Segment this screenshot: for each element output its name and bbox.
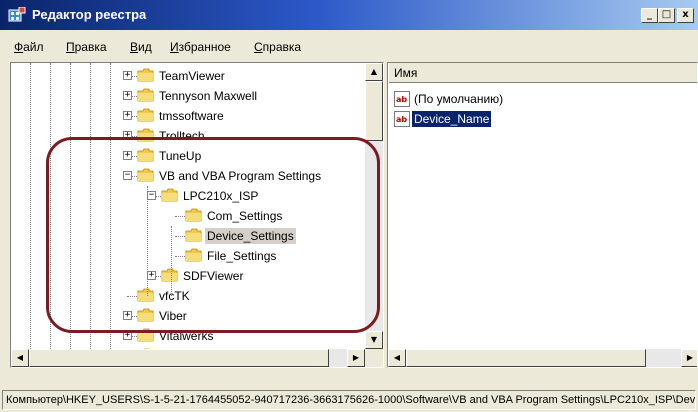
menu-view[interactable]: Вид [130,39,152,55]
menu-bar: Файл Правка Вид Избранное Справка [0,36,698,58]
folder-icon [137,108,154,122]
folder-icon [137,148,154,162]
tree-item-viber[interactable]: + Viber [11,306,365,326]
expand-toggle[interactable]: + [123,91,132,100]
scroll-corner [365,349,383,367]
tree-item-label: Tennyson Maxwell [159,89,258,103]
folder-icon [161,268,178,282]
expand-toggle[interactable]: + [123,111,132,120]
list-horizontal-scroll-thumb[interactable] [406,349,646,367]
status-path: Компьютер\HKEY_USERS\S-1-5-21-1764455052… [6,394,696,406]
tree-item-label: VB and VBA Program Settings [159,169,322,183]
window-title: Редактор реестра [32,7,147,22]
tree-item-label: TuneUp [159,149,202,163]
tree-item-vb-and-vba-program-settings[interactable]: − VB and VBA Program Settings [11,166,365,186]
maximize-button[interactable]: □ [658,8,675,23]
tree-item-label: Vitalwerks [159,329,214,343]
collapse-toggle[interactable]: − [123,171,132,180]
collapse-toggle[interactable]: − [147,191,156,200]
string-value-icon: ab [394,111,410,127]
tree-item-lpc210x-isp[interactable]: − LPC210x_ISP [11,186,365,206]
folder-icon [185,248,202,262]
expand-toggle[interactable]: + [147,271,156,280]
tree-item-trolltech[interactable]: + Trolltech [11,126,365,146]
folder-icon [185,208,202,222]
folder-icon [137,88,154,102]
tree-item-label: vfcTK [159,289,190,303]
tree-item-device-settings[interactable]: Device_Settings [11,226,365,246]
expand-toggle[interactable]: + [123,331,132,340]
title-bar[interactable]: Редактор реестра _ □ x [0,0,698,30]
tree-horizontal-scrollbar[interactable]: ◀ ▶ [11,349,365,367]
tree-item-label: TeamViewer [159,69,225,83]
string-value-icon: ab [394,91,410,107]
menu-help[interactable]: Справка [254,39,301,55]
tree-item-vfctk[interactable]: vfcTK [11,286,365,306]
scroll-up-button[interactable]: ▲ [365,63,383,81]
window-controls: _ □ x [641,8,694,24]
tree-item-label: Viber [159,309,187,323]
list-scroll-right-button[interactable]: ▶ [681,349,697,367]
tree-item-label: File_Settings [207,249,277,263]
registry-editor-icon [8,7,26,22]
tree-item-tuneup[interactable]: + TuneUp [11,146,365,166]
scroll-down-button[interactable]: ▼ [365,331,383,349]
registry-tree-pane[interactable]: + TeamViewer + Tennyson Maxwell + tmssoftware… [10,62,384,368]
expand-toggle[interactable]: + [123,151,132,160]
registry-editor-window: Редактор реестра _ □ x Файл Правка Вид И… [0,0,698,412]
tree-item-tmssoftware[interactable]: + tmssoftware [11,106,365,126]
values-list-pane[interactable]: Имя ab (По умолчанию) ab Device_Name ◀ ▶ [387,62,698,368]
horizontal-scroll-thumb[interactable] [29,349,329,367]
expand-toggle[interactable]: + [123,71,132,80]
tree-item-label: Trolltech [159,129,205,143]
menu-edit[interactable]: Правка [66,39,107,55]
tree-item-label: tmssoftware [159,109,224,123]
list-scroll-left-button[interactable]: ◀ [388,349,406,367]
folder-icon [161,188,178,202]
expand-toggle[interactable]: + [123,311,132,320]
value-name-selected: Device_Name [412,111,492,127]
tree-item-label: SDFViewer [183,269,244,283]
tree-item-label: Device_Settings [205,228,296,244]
tree-item-tennyson-maxwell[interactable]: + Tennyson Maxwell [11,86,365,106]
list-horizontal-scrollbar[interactable]: ◀ ▶ [388,349,697,367]
svg-text:ab: ab [396,95,407,104]
status-panel: Компьютер\HKEY_USERS\S-1-5-21-1764455052… [2,390,696,410]
folder-icon [137,168,154,182]
folder-icon [137,288,154,302]
column-header-label: Имя [394,66,418,80]
tree-item-sdfviewer[interactable]: + SDFViewer [11,266,365,286]
tree-item-teamviewer[interactable]: + TeamViewer [11,66,365,86]
svg-text:ab: ab [396,115,407,124]
vertical-scroll-thumb[interactable] [365,81,383,141]
tree-item-label: Com_Settings [207,209,283,223]
value-name: (По умолчанию) [414,92,504,106]
tree-item-file-settings[interactable]: File_Settings [11,246,365,266]
folder-icon [137,308,154,322]
close-button[interactable]: x [677,8,694,23]
expand-toggle[interactable]: + [123,131,132,140]
folder-icon [137,328,154,342]
menu-favorites[interactable]: Избранное [170,39,231,55]
scroll-right-button[interactable]: ▶ [347,349,365,367]
folder-icon [185,228,202,242]
menu-file[interactable]: Файл [14,39,44,55]
tree-vertical-scrollbar[interactable]: ▲ ▼ [365,63,383,349]
registry-tree[interactable]: + TeamViewer + Tennyson Maxwell + tmssoftware… [11,63,365,349]
folder-icon [137,68,154,82]
tree-item-com-settings[interactable]: Com_Settings [11,206,365,226]
folder-icon [137,128,154,142]
scroll-left-button[interactable]: ◀ [11,349,29,367]
tree-item-label: LPC210x_ISP [183,189,259,203]
column-header-name[interactable]: Имя [388,63,697,83]
status-bar: Компьютер\HKEY_USERS\S-1-5-21-1764455052… [0,388,698,412]
minimize-button[interactable]: _ [641,8,658,23]
tree-item-vitalwerks[interactable]: + Vitalwerks [11,326,365,346]
